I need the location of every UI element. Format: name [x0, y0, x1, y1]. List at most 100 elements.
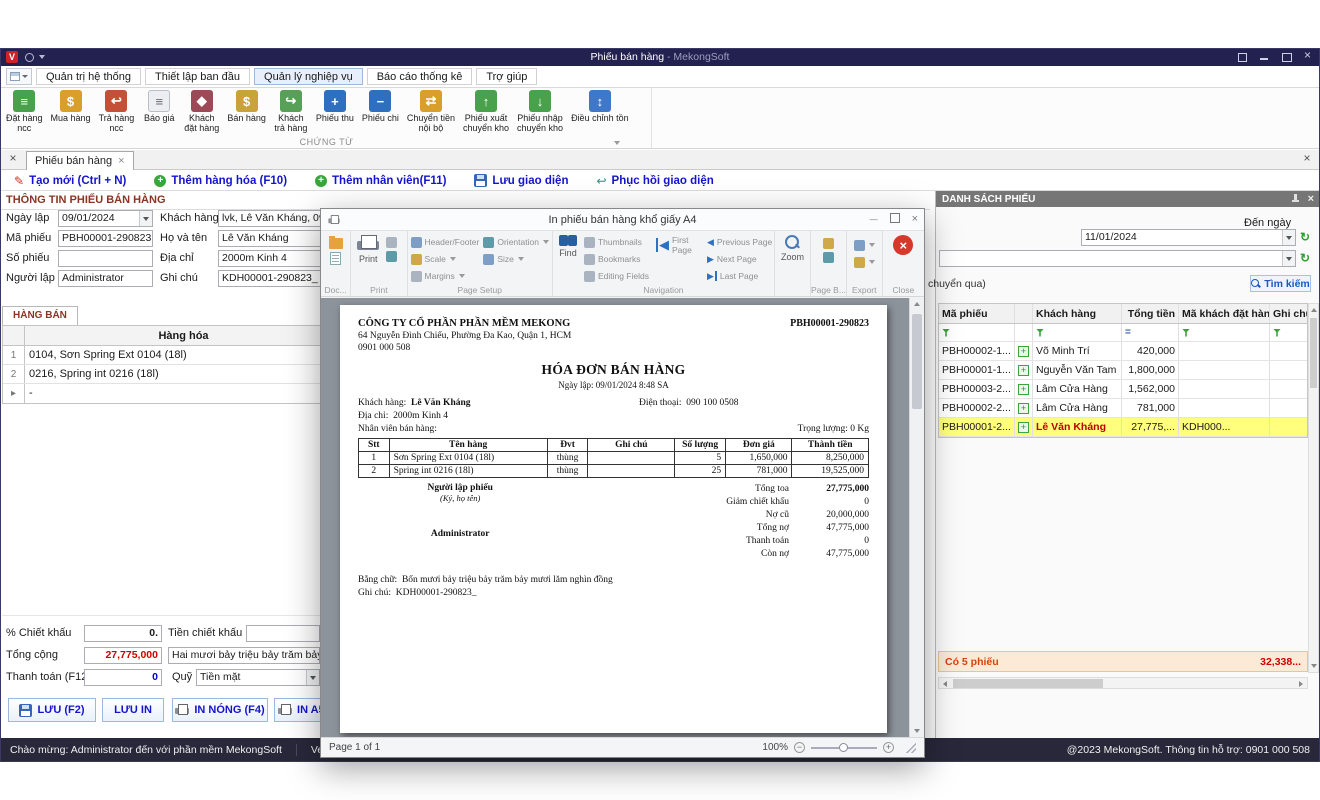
ribbon-item-dieu-chinh-ton[interactable]: Điều chỉnh tồn [567, 90, 633, 133]
email-export-icon[interactable] [854, 257, 865, 268]
thumbnails-button[interactable]: Thumbnails [584, 235, 649, 249]
margins-button[interactable]: Margins [411, 269, 480, 283]
quick-print-icon[interactable] [386, 237, 397, 248]
refresh-icon[interactable] [1300, 251, 1310, 265]
ribbon-item-dat-hang-ncc[interactable]: Đặt hàngncc [2, 90, 47, 133]
filter-icon[interactable] [1273, 329, 1281, 337]
chevron-down-icon[interactable] [614, 141, 620, 145]
ribbon-item-chuyen-tien-noi-bo[interactable]: Chuyển tiềnnội bộ [403, 90, 459, 133]
zoom-slider[interactable] [811, 747, 877, 749]
watermark-icon[interactable] [823, 252, 834, 263]
chevron-down-icon[interactable] [1282, 230, 1295, 245]
tab-bao-cao-thong-ke[interactable]: Báo cáo thống kê [367, 68, 473, 85]
save-document-icon[interactable] [330, 252, 341, 265]
col-ma-khach-dat-hang[interactable]: Mã khách đặt hàng [1179, 304, 1270, 323]
maximize-icon[interactable] [890, 213, 900, 226]
filter-icon[interactable] [942, 329, 950, 337]
scroll-down-icon[interactable] [1311, 664, 1317, 668]
ribbon-item-mua-hang[interactable]: Mua hàng [47, 90, 95, 133]
scroll-left-icon[interactable] [943, 681, 947, 687]
ngay-lap-field[interactable]: 09/01/2024 [58, 210, 153, 227]
tab-thiet-lap-ban-dau[interactable]: Thiết lập ban đầu [145, 68, 250, 85]
expand-detail-icon[interactable] [1018, 422, 1029, 433]
search-button[interactable]: Tìm kiếm [1250, 275, 1311, 292]
add-employee-button[interactable]: Thêm nhân viên(F11) [315, 175, 446, 187]
ribbon-item-bao-gia[interactable]: Báo giá [138, 90, 180, 133]
maximize-icon[interactable] [1280, 51, 1292, 63]
new-button[interactable]: ✎Tạo mới (Ctrl + N) [14, 174, 126, 188]
scrollbar-thumb[interactable] [1310, 318, 1317, 388]
fit-window-icon[interactable] [1236, 51, 1248, 63]
filter-icon[interactable] [1036, 329, 1044, 337]
filter-icon[interactable] [1182, 329, 1190, 337]
expand-detail-icon[interactable] [1018, 403, 1029, 414]
ma-phieu-field[interactable]: PBH00001-290823 [58, 230, 153, 247]
table-row-selected[interactable]: PBH00001-2... Lê Văn Kháng 27,775,... KD… [939, 418, 1307, 437]
open-document-icon[interactable] [329, 238, 343, 249]
restore-layout-button[interactable]: ↩Phục hồi giao diện [596, 174, 713, 188]
equals-filter[interactable]: = [1125, 324, 1131, 341]
scroll-up-icon[interactable] [914, 302, 920, 306]
ribbon-item-tra-hang-ncc[interactable]: Trả hàngncc [95, 90, 139, 133]
tab-tro-giup[interactable]: Trợ giúp [476, 68, 537, 85]
scroll-up-icon[interactable] [1311, 308, 1317, 312]
tab-hang-ban[interactable]: HÀNG BÁN [2, 306, 78, 325]
scale-button[interactable]: Scale [411, 252, 480, 266]
save-button[interactable]: LƯU (F2) [8, 698, 96, 722]
zoom-button[interactable]: Zoom [778, 235, 807, 262]
minimize-icon[interactable] [870, 213, 878, 226]
close-icon[interactable] [1300, 152, 1314, 166]
page-color-icon[interactable] [823, 238, 834, 249]
ribbon-item-khach-dat-hang[interactable]: Kháchđặt hàng [180, 90, 223, 133]
print-button[interactable]: Print [354, 235, 382, 264]
export-file-icon[interactable] [854, 240, 865, 251]
scrollbar-thumb[interactable] [912, 314, 922, 409]
close-preview-button[interactable] [886, 235, 921, 255]
ribbon-item-phieu-thu[interactable]: Phiếu thu [312, 90, 358, 133]
resize-grip[interactable] [906, 743, 916, 753]
save-layout-button[interactable]: Lưu giao diện [474, 174, 568, 187]
close-tab-icon[interactable] [118, 155, 124, 167]
table-row[interactable]: PBH00002-2... Lâm Cửa Hàng 781,000 [939, 399, 1307, 418]
tab-quan-ly-nghiep-vu[interactable]: Quản lý nghiệp vụ [254, 68, 363, 85]
den-ngay-field[interactable]: 11/01/2024 [1081, 229, 1296, 246]
ribbon-item-phieu-nhap-chuyen-kho[interactable]: Phiếu nhậpchuyển kho [513, 90, 567, 133]
table-row[interactable]: PBH00002-1... Võ Minh Trí 420,000 [939, 342, 1307, 361]
save-print-button[interactable]: LƯU IN [102, 698, 164, 722]
last-page-button[interactable]: ▶Last Page [707, 269, 772, 283]
next-page-button[interactable]: ▶Next Page [707, 252, 772, 266]
zoom-slider-thumb[interactable] [839, 743, 848, 752]
ribbon-item-ban-hang[interactable]: Bán hàng [223, 90, 270, 133]
nguoi-lap-field[interactable]: Administrator [58, 270, 153, 287]
scrollbar-thumb[interactable] [953, 679, 1103, 688]
refresh-icon[interactable] [1300, 230, 1310, 244]
previous-page-button[interactable]: ◀Previous Page [707, 235, 772, 249]
vertical-scrollbar[interactable] [909, 298, 924, 737]
hot-print-button[interactable]: IN NÓNG (F4) [172, 698, 268, 722]
horizontal-scrollbar[interactable] [938, 677, 1308, 689]
tab-quan-tri-he-thong[interactable]: Quản trị hệ thống [36, 68, 141, 85]
quy-select[interactable]: Tiền mặt [196, 669, 320, 686]
close-icon[interactable] [1302, 51, 1314, 63]
chiet-khau-field[interactable]: 0. [84, 625, 162, 642]
filter-row[interactable]: = [939, 324, 1307, 342]
table-row[interactable]: 2 0216, Spring int 0216 (18l) [3, 365, 342, 384]
ribbon-item-khach-tra-hang[interactable]: Kháchtrả hàng [270, 90, 312, 133]
col-ghi-chu[interactable]: Ghi chú [1270, 304, 1307, 323]
pin-icon[interactable] [1291, 194, 1300, 204]
menu-grid-button[interactable] [6, 68, 32, 85]
table-row[interactable]: PBH00001-1... Nguyễn Văn Tam 1,800,000 [939, 361, 1307, 380]
editing-fields-button[interactable]: Editing Fields [584, 269, 649, 283]
zoom-in-icon[interactable] [883, 742, 894, 753]
new-row[interactable]: ▸ - [3, 384, 342, 403]
col-ma-phieu[interactable]: Mã phiếu [939, 304, 1015, 323]
orientation-button[interactable]: Orientation [483, 235, 549, 249]
table-row[interactable]: PBH00003-2... Lâm Cửa Hàng 1,562,000 [939, 380, 1307, 399]
expand-detail-icon[interactable] [1018, 346, 1029, 357]
size-button[interactable]: Size [483, 252, 549, 266]
close-all-tabs-icon[interactable] [6, 152, 20, 166]
col-khach-hang[interactable]: Khách hàng [1033, 304, 1122, 323]
close-icon[interactable] [912, 213, 918, 226]
expand-detail-icon[interactable] [1018, 365, 1029, 376]
header-footer-button[interactable]: Header/Footer [411, 235, 480, 249]
